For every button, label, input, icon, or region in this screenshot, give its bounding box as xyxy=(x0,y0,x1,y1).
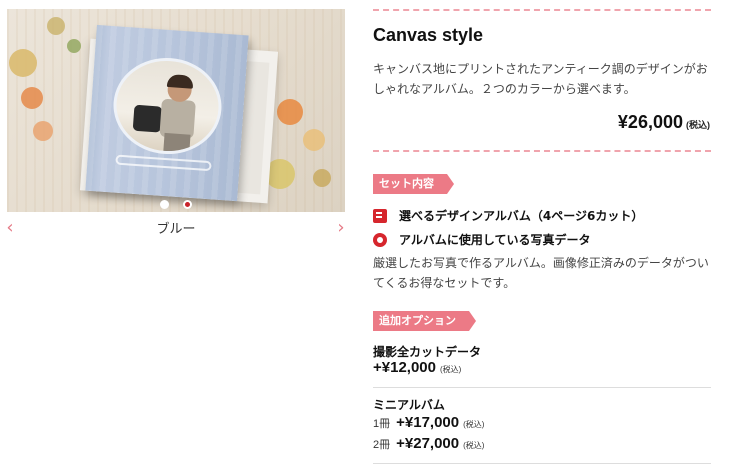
option-separator xyxy=(373,387,711,388)
option-price: +¥12,000 (税込) xyxy=(373,359,461,376)
tax-note: (税込) xyxy=(463,420,485,429)
disc-icon xyxy=(373,232,387,247)
product-photo xyxy=(7,9,345,212)
slider-dot-2[interactable] xyxy=(182,200,192,209)
option-name: ミニアルバム xyxy=(373,398,445,412)
chevron-right-icon[interactable]: › xyxy=(334,219,348,237)
slider-pagination xyxy=(7,200,345,212)
dried-flower-decoration xyxy=(303,129,325,151)
option-separator xyxy=(373,463,711,464)
slider-dot-1[interactable] xyxy=(160,200,170,209)
tax-note: (税込) xyxy=(439,365,462,374)
dried-flower-decoration xyxy=(21,87,43,109)
bag-shape xyxy=(132,104,163,133)
quantity-label: 2冊 xyxy=(373,439,391,451)
set-item-label: アルバムに使用している写真データ xyxy=(399,233,591,247)
option-name: 撮影全カットデータ xyxy=(373,345,482,359)
tax-note: (税込) xyxy=(686,120,710,130)
option-price-value: +¥17,000 xyxy=(396,414,460,431)
dried-flower-decoration xyxy=(9,49,37,77)
slide-caption: ブルー xyxy=(156,222,196,237)
dried-flower-decoration xyxy=(47,17,65,35)
dried-flower-decoration xyxy=(33,121,53,141)
quantity-label: 1冊 xyxy=(373,418,391,430)
product-description: キャンバス地にプリントされたアンティーク調のデザインがおしゃれなアルバム。２つの… xyxy=(373,62,708,96)
price-value: ¥26,000 xyxy=(617,112,683,132)
dried-flower-decoration xyxy=(313,169,331,187)
set-item: アルバムに使用している写真データ xyxy=(373,231,591,248)
dried-flower-decoration xyxy=(67,39,81,53)
dried-flower-decoration xyxy=(277,99,303,125)
set-contents-tag: セット内容 xyxy=(373,174,454,194)
album-photo-frame xyxy=(110,54,225,158)
option-price: 1冊 +¥17,000 (税込) xyxy=(373,414,484,431)
album-cover xyxy=(85,24,249,202)
dashed-divider xyxy=(373,150,711,152)
set-item: 選べるデザインアルバム（4ページ6カット） xyxy=(373,207,643,224)
set-description: 厳選したお写真で作るアルバム。画像修正済みのデータがついてくるお得なセットです。 xyxy=(373,256,709,290)
set-item-label: 選べるデザインアルバム（4ページ6カット） xyxy=(399,209,644,223)
option-price: 2冊 +¥27,000 (税込) xyxy=(373,435,484,452)
book-icon xyxy=(373,208,387,223)
tax-note: (税込) xyxy=(463,441,485,450)
options-tag: 追加オプション xyxy=(373,311,476,331)
option-price-value: +¥12,000 xyxy=(373,359,436,376)
product-title: Canvas style xyxy=(373,25,484,45)
option-price-value: +¥27,000 xyxy=(396,435,460,452)
dashed-divider xyxy=(373,9,711,11)
product-price: ¥26,000 (税込) xyxy=(560,112,710,133)
